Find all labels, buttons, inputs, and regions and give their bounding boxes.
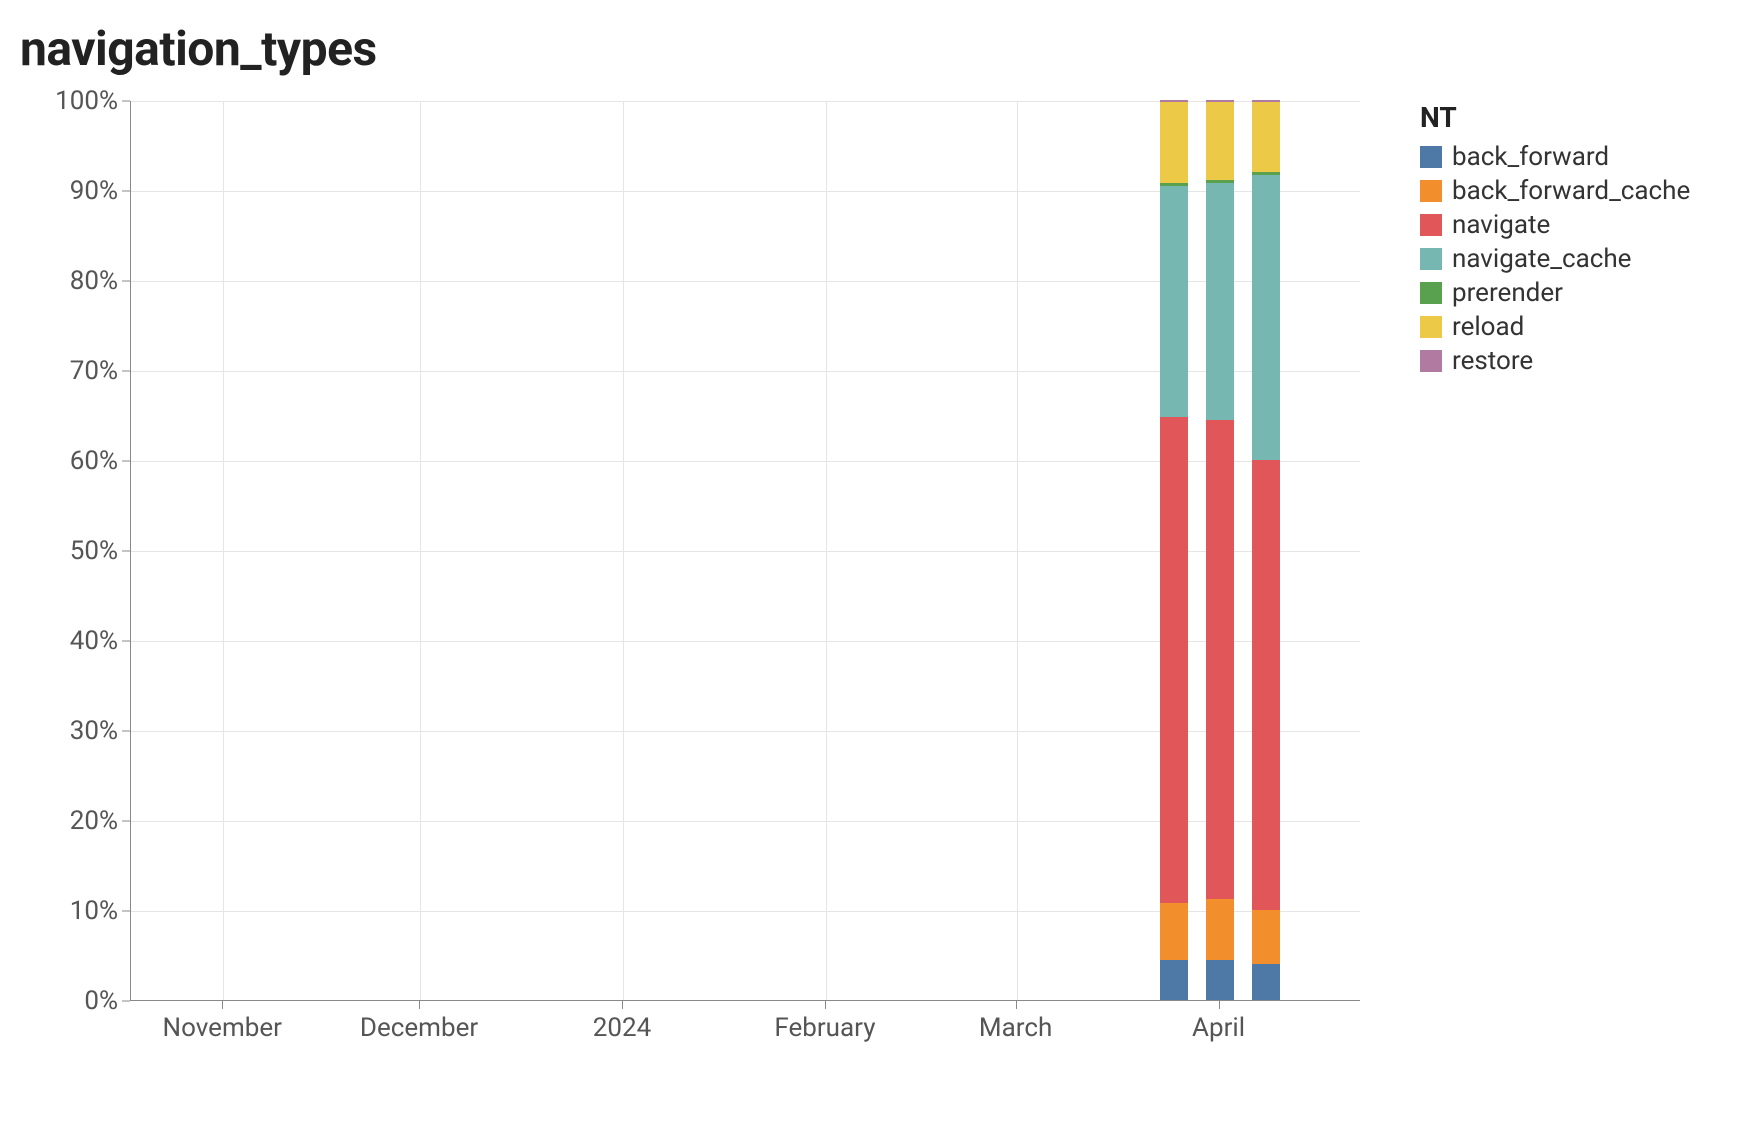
bar-segment-navigate_cache	[1206, 183, 1234, 420]
x-tick-label: March	[979, 1013, 1052, 1043]
bar-segment-restore	[1160, 100, 1188, 102]
y-tick-label: 0%	[28, 986, 118, 1016]
y-tick-label: 90%	[28, 176, 118, 206]
bar-segment-back_forward	[1206, 960, 1234, 1001]
bar-segment-prerender	[1206, 180, 1234, 183]
plot-area	[130, 101, 1360, 1001]
legend-item-navigate[interactable]: navigate	[1420, 210, 1690, 240]
y-tick-mark	[122, 101, 130, 102]
x-tick-label: April	[1192, 1013, 1245, 1043]
legend-title: NT	[1420, 101, 1690, 134]
legend-item-prerender[interactable]: prerender	[1420, 278, 1690, 308]
y-tick-mark	[122, 281, 130, 282]
stacked-bar	[1252, 100, 1280, 1000]
bar-segment-reload	[1206, 102, 1234, 180]
bar-segment-restore	[1252, 100, 1280, 102]
legend-label: navigate_cache	[1452, 244, 1631, 274]
y-tick-label: 50%	[28, 536, 118, 566]
stacked-bar	[1160, 100, 1188, 1000]
chart-container: navigation_types 0% 10% 20% 30% 40% 50% 60% 70%…	[20, 20, 1738, 1128]
legend-item-navigate_cache[interactable]: navigate_cache	[1420, 244, 1690, 274]
bar-segment-back_forward_cache	[1252, 910, 1280, 964]
legend-label: prerender	[1452, 278, 1563, 308]
legend-items: back_forward back_forward_cache navigate na…	[1420, 142, 1690, 376]
x-tick-mark	[1219, 1001, 1220, 1009]
legend-item-back_forward_cache[interactable]: back_forward_cache	[1420, 176, 1690, 206]
y-tick-label: 60%	[28, 446, 118, 476]
x-tick-label: November	[163, 1013, 282, 1043]
y-tick-label: 80%	[28, 266, 118, 296]
y-tick-label: 70%	[28, 356, 118, 386]
chart-title: navigation_types	[20, 20, 1738, 77]
legend-item-back_forward[interactable]: back_forward	[1420, 142, 1690, 172]
y-tick-mark	[122, 191, 130, 192]
x-tick-mark	[419, 1001, 420, 1009]
legend-label: restore	[1452, 346, 1533, 376]
y-axis: 0%10%20%30%40%50%60%70%80%90%100%	[20, 101, 130, 1001]
y-tick-mark	[122, 821, 130, 822]
bar-segment-navigate	[1252, 460, 1280, 910]
legend-swatch	[1420, 214, 1442, 236]
chart-body: 0%10%20%30%40%50%60%70%80%90%100% Novemb…	[20, 101, 1738, 1061]
gridline-vertical	[420, 101, 421, 1000]
y-tick-label: 20%	[28, 806, 118, 836]
x-tick-mark	[825, 1001, 826, 1009]
bar-segment-navigate_cache	[1160, 186, 1188, 417]
x-tick-mark	[222, 1001, 223, 1009]
x-tick-label: 2024	[593, 1013, 651, 1043]
bar-segment-prerender	[1160, 183, 1188, 186]
legend-swatch	[1420, 180, 1442, 202]
y-tick-mark	[122, 1001, 130, 1002]
x-tick-label: December	[360, 1013, 478, 1043]
legend-item-reload[interactable]: reload	[1420, 312, 1690, 342]
y-tick-label: 40%	[28, 626, 118, 656]
x-tick-mark	[622, 1001, 623, 1009]
x-axis: November December 2024 February March April	[130, 1001, 1360, 1061]
y-tick-label: 100%	[28, 86, 118, 116]
gridline-vertical	[223, 101, 224, 1000]
legend-swatch	[1420, 146, 1442, 168]
y-tick-label: 30%	[28, 716, 118, 746]
x-tick-label: February	[774, 1013, 875, 1043]
legend-label: back_forward_cache	[1452, 176, 1690, 206]
y-tick-mark	[122, 731, 130, 732]
y-tick-label: 10%	[28, 896, 118, 926]
x-tick-mark	[1016, 1001, 1017, 1009]
legend-swatch	[1420, 350, 1442, 372]
gridline-vertical	[623, 101, 624, 1000]
bar-segment-reload	[1160, 102, 1188, 183]
bar-segment-back_forward	[1160, 960, 1188, 1001]
y-tick-mark	[122, 461, 130, 462]
legend-item-restore[interactable]: restore	[1420, 346, 1690, 376]
bar-segment-navigate	[1160, 417, 1188, 903]
legend-swatch	[1420, 248, 1442, 270]
bar-segment-back_forward_cache	[1206, 899, 1234, 959]
bar-segment-prerender	[1252, 172, 1280, 175]
y-tick-mark	[122, 641, 130, 642]
gridline-vertical	[1017, 101, 1018, 1000]
bar-segment-reload	[1252, 102, 1280, 172]
legend: NT back_forward back_forward_cachenavigat…	[1420, 101, 1690, 380]
legend-label: navigate	[1452, 210, 1550, 240]
bar-segment-back_forward_cache	[1160, 903, 1188, 960]
legend-label: reload	[1452, 312, 1524, 342]
stacked-bar	[1206, 100, 1234, 1000]
bar-segment-restore	[1206, 100, 1234, 102]
y-tick-mark	[122, 371, 130, 372]
legend-swatch	[1420, 282, 1442, 304]
bar-segment-back_forward	[1252, 964, 1280, 1000]
legend-label: back_forward	[1452, 142, 1609, 172]
plot: 0%10%20%30%40%50%60%70%80%90%100% Novemb…	[20, 101, 1380, 1061]
bar-segment-navigate	[1206, 420, 1234, 900]
legend-swatch	[1420, 316, 1442, 338]
bar-segment-navigate_cache	[1252, 175, 1280, 460]
y-tick-mark	[122, 911, 130, 912]
y-tick-mark	[122, 551, 130, 552]
gridline-vertical	[826, 101, 827, 1000]
